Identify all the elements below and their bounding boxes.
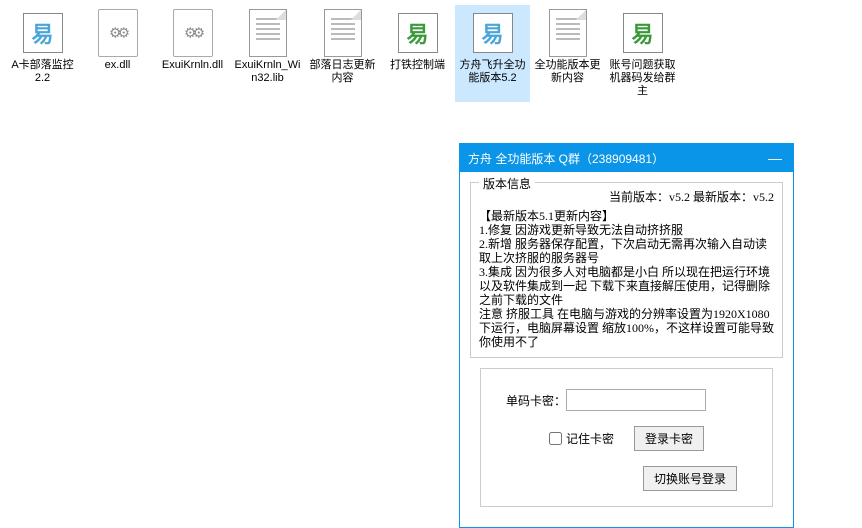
yi-icon <box>19 9 67 57</box>
remember-label: 记住卡密 <box>566 430 614 447</box>
txt-icon <box>544 9 592 57</box>
desktop-area: A卡部落监控2.2 ex.dll ExuiKrnln.dll ExuiKrnln… <box>0 0 862 102</box>
file-item[interactable]: ExuiKrnln.dll <box>155 5 230 102</box>
file-item[interactable]: 部落日志更新内容 <box>305 5 380 102</box>
dialog-body: 版本信息 当前版本：v5.2 最新版本：v5.2 【最新版本5.1更新内容】 1… <box>460 172 793 527</box>
current-version-label: 当前版本： <box>609 190 669 204</box>
file-label: 账号问题获取机器码发给群主 <box>607 59 678 98</box>
file-label: 部落日志更新内容 <box>307 59 378 85</box>
file-label: A卡部落监控2.2 <box>7 59 78 85</box>
remember-checkbox[interactable] <box>549 432 562 445</box>
check-row: 记住卡密 登录卡密 <box>496 426 757 451</box>
file-item[interactable]: 打铁控制端 <box>380 5 455 102</box>
file-item-selected[interactable]: 方舟飞升全功能版本5.2 <box>455 5 530 102</box>
file-label: 打铁控制端 <box>390 59 445 72</box>
card-row: 单码卡密： <box>496 389 757 411</box>
dll-icon <box>94 9 142 57</box>
file-label: ex.dll <box>105 59 131 72</box>
current-version: v5.2 <box>669 190 690 204</box>
window-title: 方舟 全功能版本 Q群（238909481） <box>468 150 765 167</box>
txt-icon <box>319 9 367 57</box>
file-label: ExuiKrnln_Win32.lib <box>232 59 303 85</box>
latest-version-label: 最新版本： <box>693 190 753 204</box>
lib-icon <box>244 9 292 57</box>
card-label: 单码卡密： <box>496 392 566 409</box>
file-item[interactable]: 全功能版本更新内容 <box>530 5 605 102</box>
card-input[interactable] <box>566 389 706 411</box>
dll-icon <box>169 9 217 57</box>
version-legend: 版本信息 <box>479 175 535 192</box>
login-dialog: 方舟 全功能版本 Q群（238909481） — 版本信息 当前版本：v5.2 … <box>459 143 794 528</box>
file-label: ExuiKrnln.dll <box>162 59 223 72</box>
file-label: 方舟飞升全功能版本5.2 <box>457 59 528 85</box>
yi-green-icon <box>394 9 442 57</box>
version-info-group: 版本信息 当前版本：v5.2 最新版本：v5.2 【最新版本5.1更新内容】 1… <box>470 182 783 358</box>
yi-icon <box>469 9 517 57</box>
changelog-text: 【最新版本5.1更新内容】 1.修复 因游戏更新导致无法自动挤挤服 2.新增 服… <box>479 209 774 349</box>
file-item[interactable]: ex.dll <box>80 5 155 102</box>
yi-green-icon <box>619 9 667 57</box>
file-item[interactable]: 账号问题获取机器码发给群主 <box>605 5 680 102</box>
latest-version: v5.2 <box>753 190 774 204</box>
login-button[interactable]: 登录卡密 <box>634 426 704 451</box>
switch-row: 切换账号登录 <box>496 466 757 491</box>
minimize-icon[interactable]: — <box>765 150 785 166</box>
file-item[interactable]: A卡部落监控2.2 <box>5 5 80 102</box>
switch-account-button[interactable]: 切换账号登录 <box>643 466 737 491</box>
file-item[interactable]: ExuiKrnln_Win32.lib <box>230 5 305 102</box>
titlebar[interactable]: 方舟 全功能版本 Q群（238909481） — <box>460 144 793 172</box>
login-group: 单码卡密： 记住卡密 登录卡密 切换账号登录 <box>480 368 773 507</box>
remember-checkbox-wrap[interactable]: 记住卡密 <box>549 430 614 447</box>
file-label: 全功能版本更新内容 <box>532 59 603 85</box>
